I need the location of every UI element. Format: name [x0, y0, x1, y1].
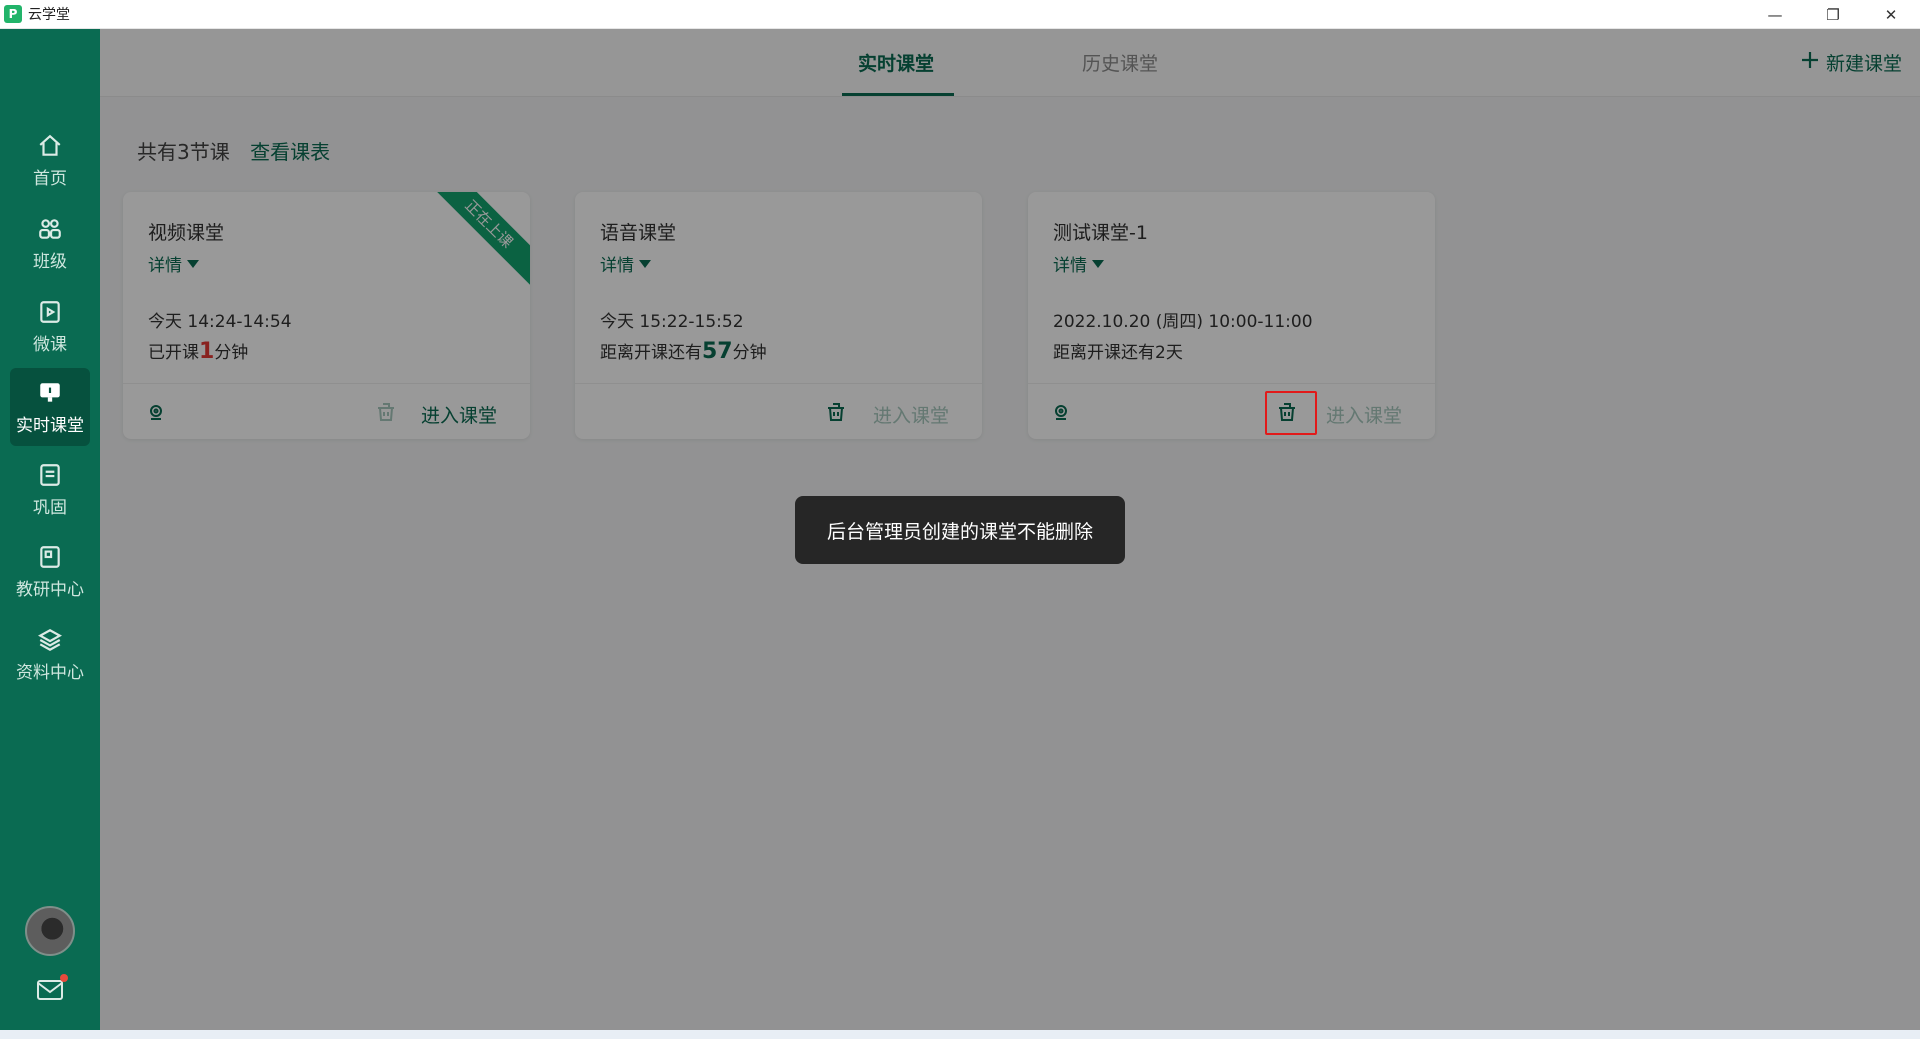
sidebar-item-label: 巩固	[33, 497, 67, 518]
window-controls: — ❐ ✕	[1746, 0, 1920, 29]
sidebar: 首页 班级 微课 实时课堂 巩固 教研中心 资料中心	[0, 29, 100, 1030]
materials-icon	[36, 626, 64, 654]
sidebar-item-materials[interactable]: 资料中心	[10, 615, 90, 693]
unread-mail-dot	[60, 974, 68, 982]
sidebar-item-research[interactable]: 教研中心	[10, 532, 90, 610]
sidebar-item-label: 微课	[33, 334, 67, 355]
user-avatar[interactable]	[25, 906, 75, 956]
sidebar-item-label: 资料中心	[16, 662, 84, 683]
restore-button[interactable]: ❐	[1804, 0, 1862, 29]
mail-icon[interactable]	[36, 979, 64, 1001]
app-logo-icon: P	[4, 5, 22, 23]
sidebar-item-label: 实时课堂	[16, 415, 84, 436]
micro-lesson-icon	[36, 298, 64, 326]
live-class-icon	[36, 379, 64, 407]
window-titlebar: P 云学堂 — ❐ ✕	[0, 0, 1920, 29]
sidebar-item-label: 班级	[33, 251, 67, 272]
consolidate-icon	[36, 461, 64, 489]
sidebar-item-micro-lesson[interactable]: 微课	[10, 287, 90, 365]
app-title: 云学堂	[28, 7, 70, 23]
sidebar-item-live-class[interactable]: 实时课堂	[10, 368, 90, 446]
close-button[interactable]: ✕	[1862, 0, 1920, 29]
delete-highlight-box	[1265, 391, 1317, 435]
sidebar-item-home[interactable]: 首页	[10, 121, 90, 199]
research-icon	[36, 543, 64, 571]
home-icon	[36, 132, 64, 160]
sidebar-item-label: 首页	[33, 168, 67, 189]
taskbar-strip	[0, 1030, 1920, 1039]
sidebar-item-class[interactable]: 班级	[10, 204, 90, 282]
sidebar-item-consolidate[interactable]: 巩固	[10, 450, 90, 528]
toast-message: 后台管理员创建的课堂不能删除	[795, 496, 1125, 564]
sidebar-item-label: 教研中心	[16, 579, 84, 600]
class-group-icon	[36, 215, 64, 243]
minimize-button[interactable]: —	[1746, 0, 1804, 29]
